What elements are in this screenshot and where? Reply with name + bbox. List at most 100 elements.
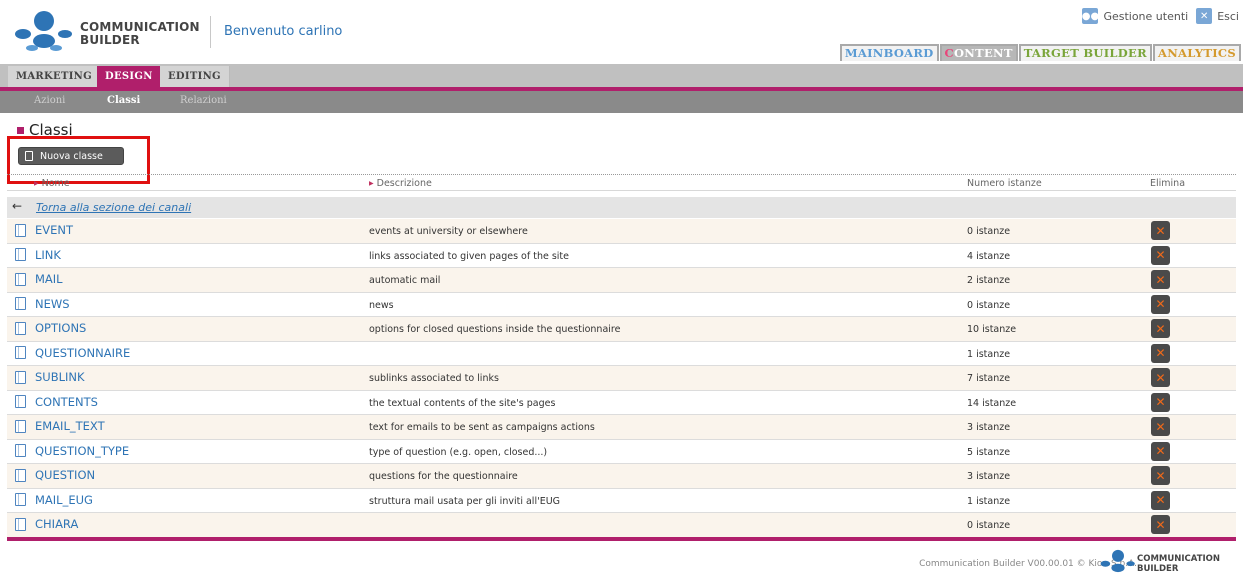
tab-content-initial: C [944, 46, 954, 60]
instance-count: 1 istanze [967, 348, 1011, 360]
delete-button[interactable]: ✕ [1151, 368, 1170, 387]
delete-button[interactable]: ✕ [1151, 319, 1170, 338]
tab-analytics-initial: A [1157, 46, 1168, 60]
subsub-azioni[interactable]: Azioni [34, 95, 65, 106]
class-name-link[interactable]: QUESTION_TYPE [15, 444, 129, 458]
class-name: SUBLINK [35, 370, 85, 384]
subtab-marketing[interactable]: MARKETING [8, 66, 101, 87]
class-name: MAIL [35, 272, 63, 286]
delete-icon: ✕ [1155, 517, 1166, 532]
document-icon [15, 395, 26, 408]
section-nav: Azioni Classi Relazioni [0, 91, 1243, 113]
class-name: EVENT [35, 223, 74, 237]
document-icon [15, 248, 26, 261]
document-icon [15, 370, 26, 384]
users-link-label: Gestione utenti [1103, 9, 1189, 23]
table-row: SUBLINK sublinks associated to links 7 ist… [7, 366, 1236, 391]
instance-count: 0 istanze [967, 299, 1011, 311]
delete-button[interactable]: ✕ [1151, 441, 1170, 461]
subsub-classi[interactable]: Classi [107, 95, 140, 106]
document-icon [25, 151, 33, 161]
delete-button[interactable]: ✕ [1151, 392, 1170, 412]
document-icon [15, 493, 26, 506]
class-description: links associated to given pages of the s… [369, 250, 569, 262]
class-description: type of question (e.g. open, closed...) [369, 446, 548, 458]
footer-logo-icon [1100, 549, 1135, 573]
class-name: OPTIONS [35, 321, 87, 335]
delete-button[interactable]: ✕ [1151, 221, 1170, 240]
class-name-link[interactable]: NEWS [15, 297, 70, 311]
tab-analytics-label: NALYTICS [1167, 46, 1236, 60]
instance-count: 0 istanze [967, 226, 1011, 237]
class-name-link[interactable]: MAIL_EUG [15, 493, 93, 507]
col-instances: Numero istanze [967, 178, 1042, 189]
instance-count: 5 istanze [967, 446, 1011, 458]
tab-target-builder[interactable]: TARGET BUILDER [1018, 44, 1152, 61]
class-table: EVENT events at university or elsewhere 0 … [7, 219, 1236, 538]
document-icon [15, 444, 26, 457]
class-name: MAIL_EUG [35, 492, 93, 507]
delete-button[interactable]: ✕ [1151, 270, 1170, 289]
class-name-link[interactable]: MAIL [15, 272, 63, 286]
tab-mainboard-label: AINBOARD [857, 46, 934, 60]
tab-mainboard[interactable]: MAINBOARD [839, 44, 939, 61]
document-icon [15, 297, 26, 310]
class-name-link[interactable]: EMAIL_TEXT [15, 419, 105, 433]
class-name: CONTENTS [35, 394, 98, 409]
subtab-design[interactable]: DESIGN [97, 66, 162, 87]
table-header: Nome Descrizione Numero istanze Elimina [7, 174, 1236, 191]
back-row: ← Torna alla sezione dei canali [7, 197, 1236, 218]
logo-mark-icon [15, 11, 72, 51]
instance-count: 1 istanze [967, 495, 1011, 507]
delete-icon: ✕ [1155, 370, 1166, 385]
close-icon: ✕ [1196, 8, 1213, 24]
table-row: QUESTION_TYPE type of question (e.g. open… [7, 439, 1236, 464]
class-name: EMAIL_TEXT [35, 419, 105, 433]
class-description: the textual contents of the site's pages [369, 397, 556, 409]
subtab-editing[interactable]: EDITING [160, 66, 230, 87]
class-name-link[interactable]: EVENT [15, 223, 73, 237]
logo-text: COMMUNICATION BUILDER [80, 21, 200, 47]
class-description: automatic mail [369, 275, 441, 286]
delete-button[interactable]: ✕ [1151, 515, 1170, 534]
delete-button[interactable]: ✕ [1151, 417, 1170, 436]
logo-divider [210, 16, 211, 48]
tab-analytics[interactable]: ANALYTICS [1152, 44, 1241, 61]
delete-button[interactable]: ✕ [1151, 343, 1170, 363]
class-name-link[interactable]: OPTIONS [15, 321, 86, 335]
delete-icon: ✕ [1155, 419, 1166, 434]
document-icon [15, 517, 26, 531]
col-name[interactable]: Nome [34, 178, 70, 189]
top-links: ●● Gestione utenti ✕ Esci [1074, 7, 1239, 25]
instance-count: 14 istanze [967, 397, 1017, 409]
tab-target-label: ARGET BUILDER [1031, 46, 1147, 60]
delete-button[interactable]: ✕ [1151, 466, 1170, 485]
delete-button[interactable]: ✕ [1151, 490, 1170, 510]
delete-icon: ✕ [1155, 223, 1166, 238]
app-logo[interactable]: COMMUNICATION BUILDER [14, 10, 214, 54]
class-name-link[interactable]: LINK [15, 248, 61, 262]
delete-icon: ✕ [1155, 444, 1166, 458]
class-name-link[interactable]: SUBLINK [15, 370, 85, 384]
class-description: text for emails to be sent as campaigns … [369, 422, 595, 433]
class-description: news [369, 299, 394, 311]
subsub-relazioni[interactable]: Relazioni [180, 95, 227, 106]
users-link[interactable]: ●● Gestione utenti [1082, 8, 1188, 24]
instance-count: 2 istanze [967, 275, 1011, 286]
tab-content[interactable]: CONTENT [939, 44, 1018, 61]
page-title: Classi [17, 122, 73, 138]
col-description[interactable]: Descrizione [369, 178, 432, 189]
new-class-button[interactable]: Nuova classe [18, 147, 124, 165]
instance-count: 3 istanze [967, 471, 1011, 482]
new-class-button-label: Nuova classe [40, 150, 103, 162]
class-name-link[interactable]: CHIARA [15, 517, 78, 531]
instance-count: 0 istanze [967, 520, 1011, 531]
back-link[interactable]: Torna alla sezione dei canali [36, 201, 191, 214]
delete-button[interactable]: ✕ [1151, 245, 1170, 265]
welcome-text: Benvenuto carlino [224, 24, 343, 39]
class-name-link[interactable]: QUESTIONNAIRE [15, 346, 130, 360]
class-name-link[interactable]: QUESTION [15, 468, 95, 482]
delete-button[interactable]: ✕ [1151, 294, 1170, 314]
exit-link[interactable]: ✕ Esci [1196, 8, 1239, 24]
class-name-link[interactable]: CONTENTS [15, 395, 98, 409]
